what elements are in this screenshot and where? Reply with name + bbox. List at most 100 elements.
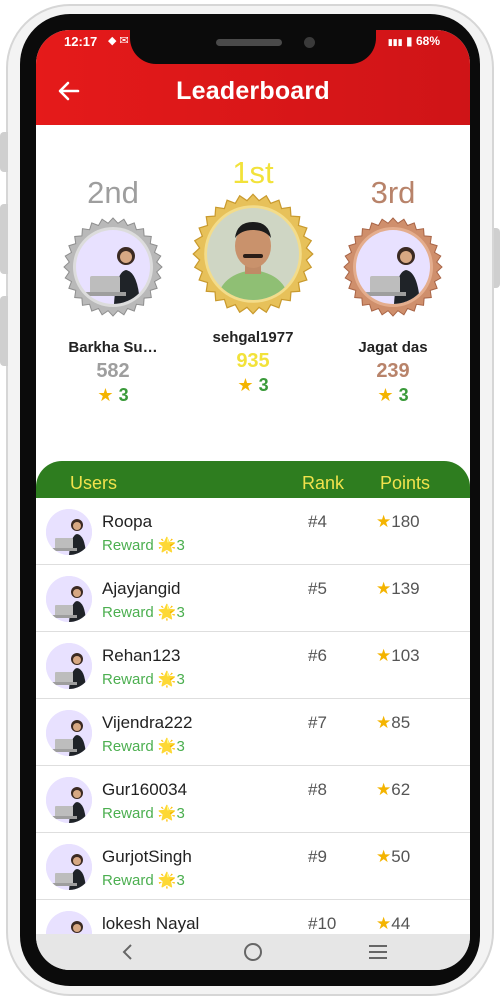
star-icon: ★ [376,646,392,665]
silver-medal [63,217,163,317]
table-header: Users Rank Points [36,461,470,498]
star-icon: ★ [376,512,392,531]
row-points-value: 103 [391,646,420,665]
podium-reward-count: 3 [118,385,129,405]
bronze-medal [343,217,443,317]
row-reward: Reward 🌟3 [102,604,185,621]
table-row[interactable]: GurjotSingh Reward 🌟3 #9 ★50 [36,833,470,900]
table-row[interactable]: Roopa Reward 🌟3 #4 ★180 [36,498,470,565]
row-points-value: 139 [391,579,420,598]
battery-icon: ▮ [406,34,413,48]
row-points-value: 85 [391,713,411,732]
row-rank: #4 [308,512,327,531]
row-reward: Reward 🌟3 [102,537,185,554]
header-points: Points [380,473,431,493]
camera-notch [130,30,376,64]
podium-user-name: Barkha Su… [68,339,158,356]
row-rank: #6 [308,646,327,665]
podium-second[interactable]: 2nd Barkha Su… 582 ★ 3 [48,175,178,406]
man-portrait-avatar-icon [207,208,299,300]
row-user-name: Ajayjangid [102,579,181,598]
podium-reward: ★ 3 [188,375,318,396]
row-points: ★85 [376,713,410,733]
row-rank: #10 [308,914,337,933]
row-points-value: 62 [391,780,411,799]
woman-laptop-avatar-icon [46,911,92,934]
row-points-value: 180 [391,512,420,531]
woman-laptop-avatar-icon [46,509,92,555]
gold-medal [192,193,314,315]
system-nav-bar [36,934,470,970]
avatar [76,230,150,304]
podium-reward: ★ 3 [328,385,458,406]
podium-rank-label: 3rd [370,175,416,210]
woman-laptop-avatar-icon [46,643,92,689]
star-icon: ★ [376,780,392,799]
woman-laptop-avatar-icon [46,777,92,823]
row-points: ★62 [376,780,410,800]
page-title: Leaderboard [176,77,330,105]
leaderboard-list[interactable]: Roopa Reward 🌟3 #4 ★180 Ajayjangid Reward 🌟3 #… [36,498,470,934]
woman-laptop-avatar-icon [46,710,92,756]
row-user-name: Gur160034 [102,780,188,799]
header-rank: Rank [302,473,345,493]
row-rank: #9 [308,847,327,866]
table-row[interactable]: lokesh NayalReward 🌟3#10★44 [36,900,470,934]
avatar [46,844,92,890]
row-rank: #7 [308,713,327,732]
podium-reward-count: 3 [398,385,409,405]
podium-user-name: Jagat das [358,339,428,356]
row-reward: Reward 🌟3 [102,738,185,755]
woman-laptop-avatar-icon [46,576,92,622]
avatar [46,777,92,823]
row-points: ★103 [376,646,420,666]
podium-reward: ★ 3 [48,385,178,406]
nav-menu-icon[interactable] [366,942,390,962]
podium-points: 239 [376,360,410,382]
status-battery: ▮▮▮ ▮ 68% [388,34,440,48]
podium-points: 935 [236,350,270,372]
avatar [356,230,430,304]
table-row[interactable]: Ajayjangid Reward 🌟3 #5 ★139 [36,565,470,632]
row-points: ★139 [376,579,420,599]
star-icon: ★ [237,375,254,395]
row-points-value: 44 [391,914,411,933]
row-user-name: GurjotSingh [102,847,192,866]
status-time: 12:17 [64,34,98,49]
app-bar: 12:17 ◆ ✉ • ▮▮▮ ▮ 68% Leaderboard [36,30,470,125]
table-row[interactable]: Gur160034 Reward 🌟3 #8 ★62 [36,766,470,833]
row-points: ★50 [376,847,410,867]
nav-home-icon[interactable] [241,942,265,962]
row-user-name: Rehan123 [102,646,181,665]
podium-third[interactable]: 3rd Jagat das 239 ★ 3 [328,175,458,406]
signal-icon: ▮▮▮ [387,37,403,47]
table-row[interactable]: Vijendra222 Reward 🌟3 #7 ★85 [36,699,470,766]
woman-laptop-avatar-icon [76,230,150,304]
row-rank: #8 [308,780,327,799]
app-screen: 12:17 ◆ ✉ • ▮▮▮ ▮ 68% Leaderboard 2nd Ba… [36,30,470,970]
row-points: ★44 [376,914,410,934]
row-points: ★180 [376,512,420,532]
row-reward: Reward 🌟3 [102,671,185,688]
table-row[interactable]: Rehan123 Reward 🌟3 #6 ★103 [36,632,470,699]
row-reward: Reward 🌟3 [102,805,185,822]
podium-rank-label: 1st [232,155,274,190]
woman-laptop-avatar-icon [356,230,430,304]
avatar [46,911,92,934]
avatar [46,643,92,689]
nav-back-icon[interactable] [116,942,140,962]
podium-points: 582 [96,360,130,382]
row-rank: #5 [308,579,327,598]
header-users: Users [70,473,118,493]
star-icon: ★ [377,385,394,405]
phone-side-button [0,132,8,172]
avatar [46,576,92,622]
podium-reward-count: 3 [258,375,269,395]
podium: 2nd Barkha Su… 582 ★ 3 1st sehgal1977 93… [36,125,470,461]
podium-first[interactable]: 1st sehgal1977 935 ★ 3 [188,155,318,396]
row-user-name: Vijendra222 [102,713,193,732]
phone-side-button [0,204,8,274]
avatar [46,710,92,756]
podium-user-name: sehgal1977 [212,329,294,346]
woman-laptop-avatar-icon [46,844,92,890]
